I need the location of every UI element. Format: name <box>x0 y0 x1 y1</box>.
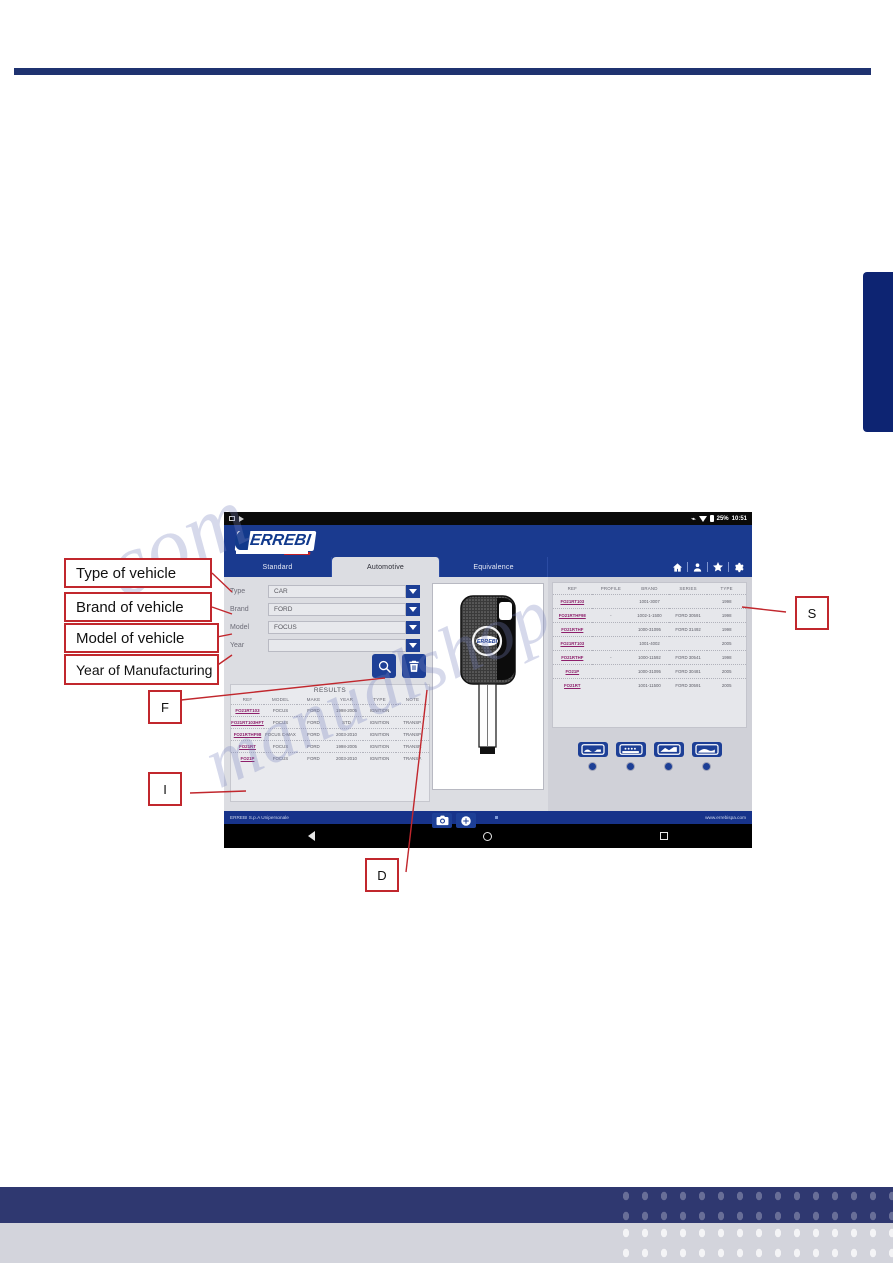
callout-year-of-manufacturing: Year of Manufacturing <box>64 654 219 685</box>
callout-s-label: S <box>807 605 817 621</box>
callout-type-label: Type of vehicle <box>76 564 177 582</box>
callout-brand-of-vehicle: Brand of vehicle <box>64 592 212 622</box>
callout-type-of-vehicle: Type of vehicle <box>64 558 212 588</box>
callout-brand-label: Brand of vehicle <box>76 598 184 616</box>
callout-model-of-vehicle: Model of vehicle <box>64 623 219 653</box>
callout-f-label: F <box>161 699 169 715</box>
callout-letter-f: F <box>148 690 182 724</box>
callout-letter-d: D <box>365 858 399 892</box>
callout-model-label: Model of vehicle <box>76 629 185 647</box>
callout-d-label: D <box>377 867 387 883</box>
callout-year-label: Year of Manufacturing <box>76 661 213 678</box>
callout-i-label: I <box>163 781 167 797</box>
callout-letter-s: S <box>795 596 829 630</box>
callout-letter-i: I <box>148 772 182 806</box>
